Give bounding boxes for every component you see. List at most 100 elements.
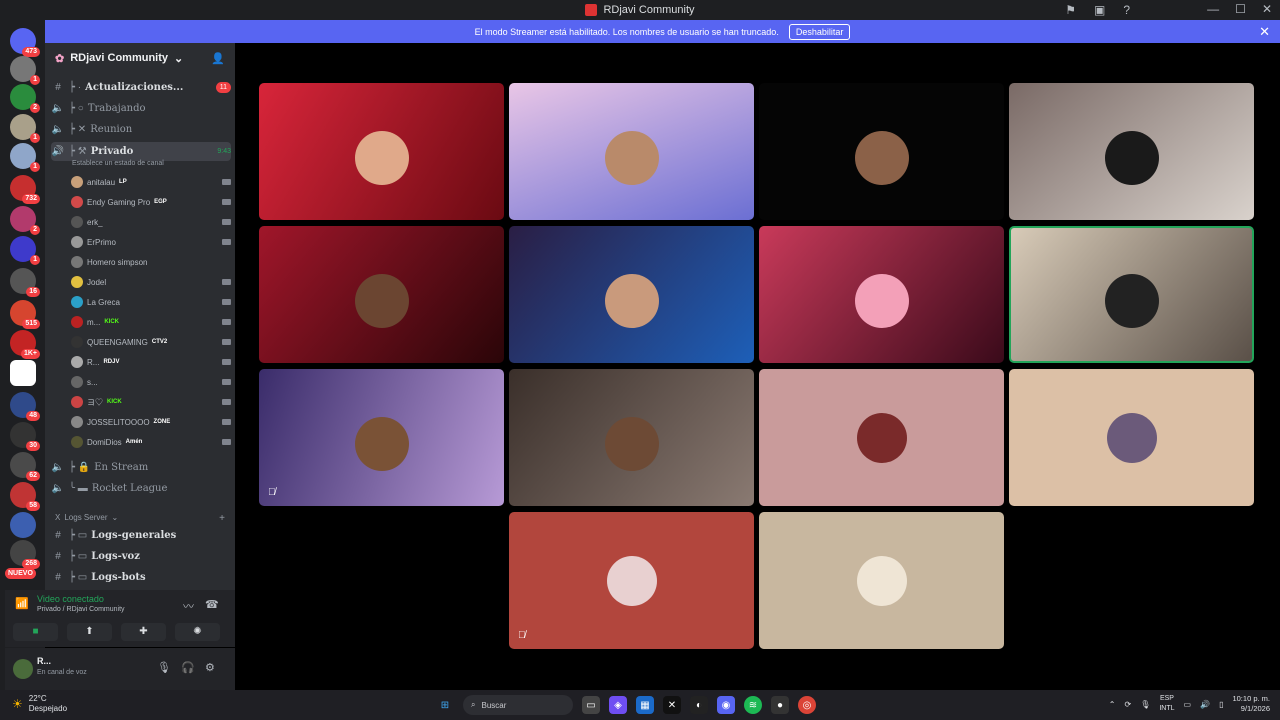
close-window-button[interactable]: ✕ (1262, 2, 1272, 16)
voice-user[interactable]: ErPrimo (71, 233, 231, 251)
video-tile[interactable] (509, 83, 754, 220)
gear-icon[interactable]: ⚙ (205, 661, 215, 674)
channel-logs-voz[interactable]: # ┝ ▭ Logs-voz (51, 547, 231, 566)
channel-reunion[interactable]: 🔈 ┝ ✕ Reunion (51, 120, 231, 139)
discord-icon[interactable]: ◉ (717, 696, 735, 714)
server-icon[interactable]: 16 (10, 268, 40, 297)
store-icon[interactable]: ▦ (636, 696, 654, 714)
avatar-tile[interactable] (759, 369, 1004, 506)
add-user-icon[interactable]: 👤 (211, 52, 225, 65)
channel-privado[interactable]: 🔊 ┝ ⚒ Privado 9:43 (51, 142, 231, 161)
voice-user[interactable]: JOSSELITOOOO ZONE (71, 413, 231, 431)
obs-icon[interactable]: ◐ (690, 696, 708, 714)
server-icon[interactable]: 2 (10, 206, 40, 235)
voice-user[interactable]: QUEENGAMING CTV2 (71, 333, 231, 351)
dm-home-icon[interactable]: 473 (10, 28, 40, 57)
server-icon[interactable]: 62 (10, 452, 40, 481)
voice-location[interactable]: Privado / RDjavi Community (37, 606, 125, 613)
avatar-tile[interactable] (1009, 369, 1254, 506)
chevron-up-icon[interactable]: ⌃ (1109, 700, 1116, 709)
voice-user[interactable]: s... (71, 373, 231, 391)
voice-user[interactable]: Jodel (71, 273, 231, 291)
microphone-icon[interactable]: 🎙 (157, 661, 171, 674)
voice-user[interactable]: Endy Gaming Pro EGP (71, 193, 231, 211)
voice-user[interactable]: La Greca (71, 293, 231, 311)
server-icon[interactable]: 1K+ (10, 330, 40, 359)
help-icon[interactable]: ? (1123, 3, 1130, 17)
server-icon[interactable]: 1 (10, 56, 40, 85)
windows-start-icon[interactable]: ⊞ (436, 696, 454, 714)
server-icon[interactable]: 1 (10, 236, 40, 265)
volume-icon[interactable]: 🔊 (1200, 700, 1210, 709)
activities-button[interactable]: ✚ (121, 623, 166, 641)
avatar-tile[interactable]: 🎙̸ (509, 512, 754, 649)
battery-icon[interactable]: ▯ (1219, 700, 1223, 709)
server-icon[interactable]: 30 (10, 422, 40, 451)
video-tile[interactable] (509, 226, 754, 363)
disable-streamer-button[interactable]: Deshabilitar (788, 23, 851, 40)
language-indicator[interactable]: ESP INTL (1159, 694, 1174, 714)
channel-logs-generales[interactable]: # ┝ ▭ Logs-generales (51, 526, 231, 545)
clock[interactable]: 10:10 p. m. 9/1/2026 (1232, 694, 1270, 714)
voice-user[interactable]: ヨ♡ KICK (71, 393, 231, 411)
network-icon[interactable]: ▭ (1184, 700, 1192, 709)
server-icon[interactable]: 268 (10, 540, 40, 569)
copilot-icon[interactable]: ◈ (609, 696, 627, 714)
voice-user[interactable]: DomiDios Amén (71, 433, 231, 451)
video-tile[interactable]: 🎙̸ (259, 369, 504, 506)
avatar-tile[interactable] (759, 512, 1004, 649)
video-tile[interactable] (759, 226, 1004, 363)
minimize-button[interactable]: — (1207, 2, 1219, 16)
server-icon[interactable]: 1 (10, 114, 40, 143)
server-icon[interactable]: 1 (10, 143, 40, 172)
voice-user[interactable]: Homero simpson (71, 253, 231, 271)
server-icon[interactable]: 48 (10, 392, 40, 421)
noise-suppression-icon[interactable]: 〰 (183, 598, 194, 614)
voice-user[interactable]: m... KICK (71, 313, 231, 331)
server-icon[interactable]: 2 (10, 84, 40, 113)
screen-share-button[interactable]: ⬆ (67, 623, 112, 641)
taskbar-search[interactable]: ⌕ Buscar (463, 695, 573, 715)
channel-rocket-league[interactable]: 🔈 ╰ ▬ Rocket League (51, 479, 231, 498)
headphones-icon[interactable]: 🎧 (181, 661, 195, 674)
close-icon[interactable]: ✕ (1259, 24, 1270, 40)
voice-user[interactable]: anitalau LP (71, 173, 231, 191)
screen-icon[interactable]: ▣ (1094, 3, 1105, 17)
mic-icon[interactable]: 🎙 (1140, 700, 1150, 709)
server-icon[interactable]: 732 (10, 175, 40, 204)
weather-widget[interactable]: ☀ 22°C Despejado (12, 694, 67, 714)
video-tile[interactable] (759, 83, 1004, 220)
channel-actualizaciones[interactable]: # ┝ · Actualizaciones... 11 (51, 78, 231, 97)
disconnect-icon[interactable]: ☎ (205, 598, 219, 611)
inbox-icon[interactable]: ⚑ (1065, 3, 1076, 17)
guild-header[interactable]: ✿ RDjavi Community ⌄ 👤 (45, 43, 235, 73)
server-icon[interactable] (10, 512, 36, 538)
avatar[interactable] (13, 659, 33, 679)
sync-icon[interactable]: ⟳ (1125, 700, 1132, 709)
camera-button[interactable]: ■ (13, 623, 58, 641)
task-view-icon[interactable]: ▭ (582, 696, 600, 714)
channel-trabajando[interactable]: 🔈 ┝ ○ Trabajando (51, 99, 231, 118)
maximize-button[interactable]: ☐ (1235, 2, 1246, 16)
signal-icon[interactable]: 📶 (15, 597, 29, 610)
video-tile[interactable] (259, 83, 504, 220)
server-icon[interactable]: 58 (10, 482, 40, 511)
server-icon[interactable]: 515 (10, 300, 40, 329)
voice-user[interactable]: erk_ (71, 213, 231, 231)
channel-logs-bots[interactable]: # ┝ ▭ Logs-bots (51, 568, 231, 587)
video-tile-speaking[interactable] (1009, 226, 1254, 363)
channel-en-stream[interactable]: 🔈 ┝ 🔒 En Stream (51, 458, 231, 477)
video-tile[interactable] (259, 226, 504, 363)
chrome-icon[interactable]: ◎ (798, 696, 816, 714)
trihaus-server-icon[interactable] (10, 360, 36, 386)
video-tile[interactable] (1009, 83, 1254, 220)
soundboard-button[interactable]: ✺ (175, 623, 220, 641)
terminal-icon[interactable]: ✕ (663, 696, 681, 714)
channel-status-hint[interactable]: Establece un estado de canal (72, 160, 164, 167)
spotify-icon[interactable]: ≋ (744, 696, 762, 714)
category-logs-server[interactable]: X Logs Server ⌄ + (55, 513, 225, 524)
app-icon[interactable]: ● (771, 696, 789, 714)
video-tile[interactable] (509, 369, 754, 506)
add-channel-icon[interactable]: + (219, 513, 225, 524)
voice-user[interactable]: R... RDJV (71, 353, 231, 371)
